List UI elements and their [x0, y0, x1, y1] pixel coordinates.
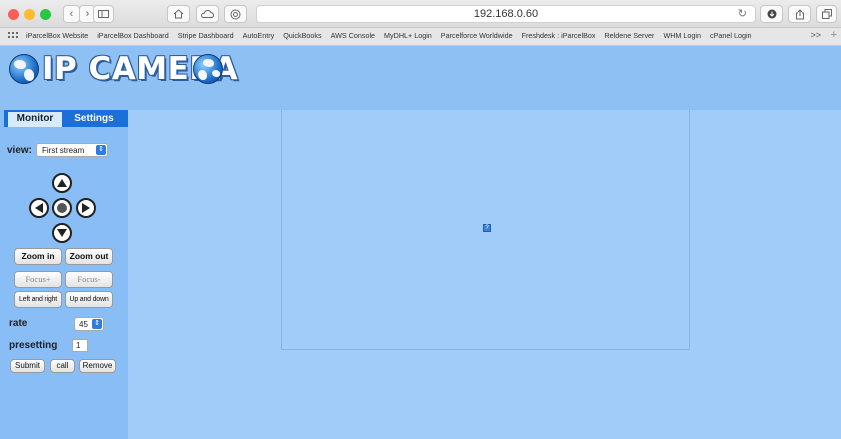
- tabs-icon[interactable]: [816, 5, 837, 23]
- download-icon[interactable]: [760, 5, 783, 23]
- close-window-button[interactable]: [8, 9, 19, 20]
- main-content: ?: [128, 110, 841, 439]
- submit-button[interactable]: Submit: [10, 359, 45, 373]
- privacy-icon[interactable]: [224, 5, 247, 23]
- bookmark-item[interactable]: Stripe Dashboard: [178, 31, 234, 40]
- minimize-window-button[interactable]: [24, 9, 35, 20]
- pan-down-button[interactable]: [52, 223, 72, 243]
- browser-toolbar: ‹ › 192.168.0.60 ↻: [0, 0, 841, 28]
- pan-left-button[interactable]: [29, 198, 49, 218]
- bookmark-item[interactable]: iParcelBox Dashboard: [97, 31, 169, 40]
- tab-monitor[interactable]: Monitor: [8, 112, 62, 127]
- bookmarks-bar: iParcelBox Website iParcelBox Dashboard …: [0, 28, 841, 46]
- home-icon[interactable]: [167, 5, 190, 23]
- bookmark-item[interactable]: Reldene Server: [604, 31, 654, 40]
- bookmarks-overflow-button[interactable]: >>: [810, 30, 821, 40]
- bookmark-item[interactable]: AutoEntry: [243, 31, 275, 40]
- rate-select[interactable]: 45 ⇕: [74, 317, 104, 331]
- stop-icon: [57, 203, 67, 213]
- cloud-icon[interactable]: [196, 5, 219, 23]
- bookmark-item[interactable]: Parcelforce Worldwide: [441, 31, 513, 40]
- pan-right-button[interactable]: [76, 198, 96, 218]
- remove-button[interactable]: Remove: [79, 359, 116, 373]
- sidebar-icon[interactable]: [93, 5, 114, 23]
- page-header: IP CAMERA: [0, 46, 841, 110]
- sidebar-tabs: Monitor Settings: [4, 110, 128, 127]
- zoom-window-button[interactable]: [40, 9, 51, 20]
- new-tab-button[interactable]: +: [831, 29, 837, 41]
- back-icon[interactable]: ‹: [63, 5, 80, 23]
- presetting-input[interactable]: 1: [72, 339, 88, 352]
- call-button[interactable]: call: [50, 359, 75, 373]
- address-bar[interactable]: 192.168.0.60 ↻: [256, 5, 756, 23]
- video-frame: ?: [281, 110, 690, 350]
- share-icon[interactable]: [788, 5, 811, 23]
- bookmark-item[interactable]: Freshdesk : iParcelBox: [522, 31, 596, 40]
- arrow-up-icon: [57, 179, 67, 187]
- arrow-down-icon: [57, 229, 67, 237]
- zoom-in-button[interactable]: Zoom in: [14, 248, 62, 265]
- presetting-label: presetting: [9, 340, 58, 351]
- bookmark-item[interactable]: MyDHL+ Login: [384, 31, 432, 40]
- url-text: 192.168.0.60: [473, 8, 539, 20]
- arrow-left-icon: [35, 203, 43, 213]
- rate-label: rate: [9, 318, 28, 329]
- missing-image-icon: ?: [483, 224, 491, 232]
- bookmark-item[interactable]: AWS Console: [331, 31, 375, 40]
- focus-plus-button[interactable]: Focus+: [14, 271, 62, 288]
- view-stream-select[interactable]: First stream ⇕: [36, 143, 109, 157]
- tab-settings[interactable]: Settings: [64, 112, 124, 127]
- control-sidebar: Monitor Settings view: First stream ⇕ Zo…: [0, 110, 128, 439]
- view-stream-value: First stream: [42, 145, 85, 155]
- left-and-right-button[interactable]: Left and right: [14, 291, 62, 308]
- grid-icon[interactable]: [8, 32, 18, 41]
- pan-stop-button[interactable]: [52, 198, 72, 218]
- bookmark-item[interactable]: QuickBooks: [283, 31, 321, 40]
- zoom-out-button[interactable]: Zoom out: [65, 248, 113, 265]
- rate-value: 45: [79, 319, 88, 329]
- up-and-down-button[interactable]: Up and down: [65, 291, 113, 308]
- arrow-right-icon: [82, 203, 90, 213]
- bookmark-item[interactable]: cPanel Login: [710, 31, 752, 40]
- bookmark-item[interactable]: iParcelBox Website: [26, 31, 88, 40]
- select-arrow-icon: ⇕: [92, 319, 102, 329]
- focus-minus-button[interactable]: Focus-: [65, 271, 113, 288]
- pan-up-button[interactable]: [52, 173, 72, 193]
- select-arrow-icon: ⇕: [96, 145, 107, 155]
- view-label: view:: [7, 144, 33, 156]
- bookmark-item[interactable]: WHM Login: [663, 31, 701, 40]
- globe-icon: [193, 54, 223, 84]
- globe-icon: [9, 54, 39, 84]
- reload-icon[interactable]: ↻: [738, 6, 747, 22]
